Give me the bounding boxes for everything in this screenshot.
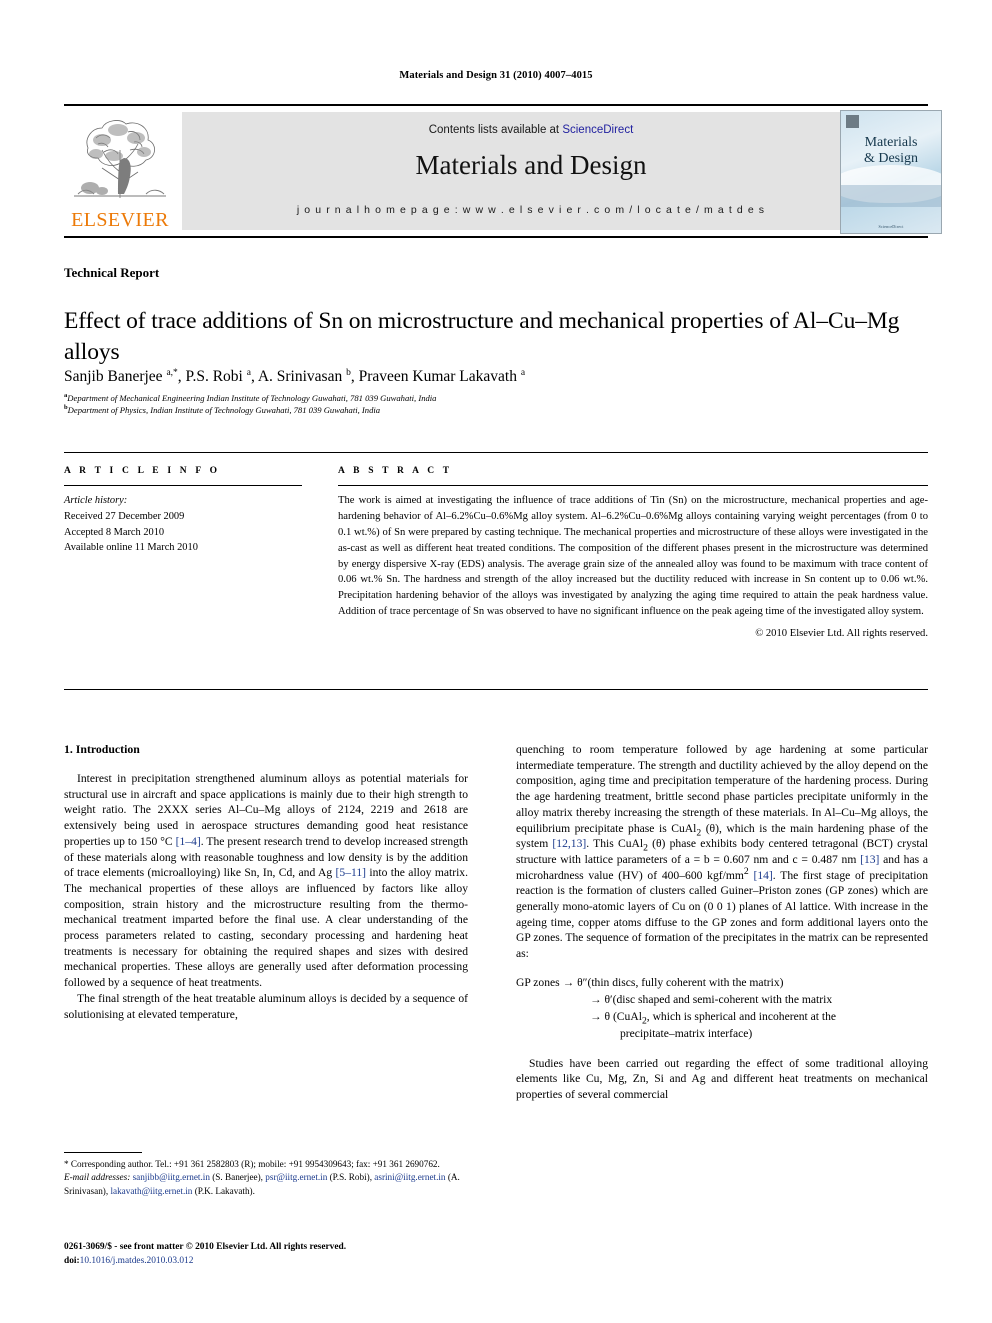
page-title: Effect of trace additions of Sn on micro… (64, 307, 900, 365)
journal-homepage-line[interactable]: j o u r n a l h o m e p a g e : w w w . … (182, 204, 880, 216)
abstract-heading: A B S T R A C T (338, 466, 453, 476)
article-accepted-date: Accepted 8 March 2010 (64, 526, 165, 538)
article-info-divider (64, 485, 302, 486)
body-column-left: 1. Introduction Interest in precipitatio… (64, 742, 468, 1022)
intro-paragraph-3: quenching to room temperature followed b… (516, 743, 929, 961)
sequence-line-2: → θ′(disc shaped and semi-coherent with … (590, 992, 833, 1006)
footnote-block: * Corresponding author. Tel.: +91 361 25… (64, 1158, 468, 1198)
article-page: Materials and Design 31 (2010) 4007–4015 (0, 0, 992, 1323)
doi-label: doi: (64, 1255, 80, 1266)
affiliation-a: aDepartment of Mechanical Engineering In… (64, 392, 437, 403)
section-heading-introduction: 1. Introduction (64, 742, 140, 756)
journal-banner: Contents lists available at ScienceDirec… (182, 112, 880, 230)
doi-line: doi:10.1016/j.matdes.2010.03.012 (64, 1255, 468, 1269)
email-link[interactable]: psr@iitg.ernet.in (265, 1172, 327, 1182)
doi-value[interactable]: 10.1016/j.matdes.2010.03.012 (80, 1256, 194, 1266)
imprint-block: 0261-3069/$ - see front matter © 2010 El… (64, 1241, 468, 1268)
abstract-divider (338, 485, 928, 486)
running-head: Materials and Design 31 (2010) 4007–4015 (399, 70, 593, 81)
cover-title-line1: Materials (864, 135, 918, 150)
email-addresses-note: E-mail addresses: sanjibb@iitg.ernet.in … (64, 1172, 460, 1196)
document-type-label: Technical Report (64, 265, 160, 280)
info-band-bottom-rule (64, 689, 928, 690)
email-label: E-mail addresses: (64, 1172, 131, 1183)
citation-ref[interactable]: [14] (753, 869, 772, 882)
elsevier-wordmark: ELSEVIER (71, 209, 169, 231)
intro-paragraph-4: Studies have been carried out regarding … (516, 1056, 928, 1101)
affiliation-b-text: Department of Physics, Indian Institute … (67, 405, 381, 416)
abstract-text: The work is aimed at investigating the i… (338, 495, 928, 618)
intro-paragraph-2: The final strength of the heat treatable… (64, 991, 468, 1021)
masthead-top-rule (64, 104, 928, 106)
article-received-date: Received 27 December 2009 (64, 510, 185, 522)
citation-ref[interactable]: [13] (860, 853, 879, 866)
footnote-rule (64, 1152, 142, 1153)
affiliation-list: aDepartment of Mechanical Engineering In… (64, 392, 934, 416)
author-list: Sanjib Banerjee a,*, P.S. Robi a, A. Sri… (64, 367, 526, 385)
elsevier-logo: ELSEVIER (64, 110, 176, 232)
elsevier-tree-icon (68, 114, 172, 202)
sequence-line-3: → θ (CuAl2, which is spherical and incoh… (590, 1009, 837, 1026)
cover-band-decoration (841, 185, 941, 207)
journal-masthead: ELSEVIER Contents lists available at Sci… (64, 110, 942, 234)
copyright-line: © 2010 Elsevier Ltd. All rights reserved… (755, 628, 928, 640)
sciencedirect-link[interactable]: ScienceDirect (562, 124, 633, 136)
article-available-date: Available online 11 March 2010 (64, 542, 198, 554)
citation-ref[interactable]: [1–4] (176, 835, 201, 848)
affiliation-b: bDepartment of Physics, Indian Institute… (64, 404, 381, 416)
sequence-line-1: GP zones → θ″(thin discs, fully coherent… (516, 975, 784, 989)
info-band-top-rule (64, 452, 928, 453)
issn-line: 0261-3069/$ - see front matter © 2010 El… (64, 1242, 347, 1252)
email-link[interactable]: lakavath@iitg.ernet.in (110, 1186, 192, 1196)
journal-title: Materials and Design (415, 150, 647, 180)
article-history-label: Article history: (64, 495, 128, 506)
corresponding-author-note: * Corresponding author. Tel.: +91 361 25… (64, 1159, 440, 1169)
contents-prefix: Contents lists available at (428, 124, 563, 136)
journal-cover-thumbnail: Materials & Design ScienceDirect (840, 110, 942, 234)
affiliation-a-text: Department of Mechanical Engineering Ind… (67, 393, 437, 403)
cover-elsevier-mark-icon (846, 115, 859, 128)
citation-ref[interactable]: [5–11] (336, 866, 366, 879)
masthead-bottom-rule (64, 236, 928, 238)
contents-list-line: Contents lists available at ScienceDirec… (182, 124, 880, 136)
article-info-block: A R T I C L E I N F O Article history: R… (64, 466, 302, 556)
article-info-heading: A R T I C L E I N F O (64, 466, 221, 476)
sequence-line-4: precipitate–matrix interface) (620, 1026, 753, 1040)
citation-ref[interactable]: [12,13] (552, 837, 586, 850)
cover-footer-text: ScienceDirect (878, 224, 904, 229)
email-link[interactable]: asrini@iitg.ernet.in (374, 1172, 445, 1182)
email-link[interactable]: sanjibb@iitg.ernet.in (133, 1172, 210, 1182)
precipitation-sequence: GP zones → θ″(thin discs, fully coherent… (516, 975, 928, 1043)
abstract-block: A B S T R A C T The work is aimed at inv… (338, 466, 928, 639)
article-history: Article history: Received 27 December 20… (64, 493, 302, 556)
cover-title: Materials & Design (841, 135, 941, 167)
body-column-right: quenching to room temperature followed b… (516, 742, 928, 1103)
intro-paragraph-1: Interest in precipitation strengthened a… (64, 772, 468, 990)
cover-title-line2: & Design (863, 151, 919, 167)
